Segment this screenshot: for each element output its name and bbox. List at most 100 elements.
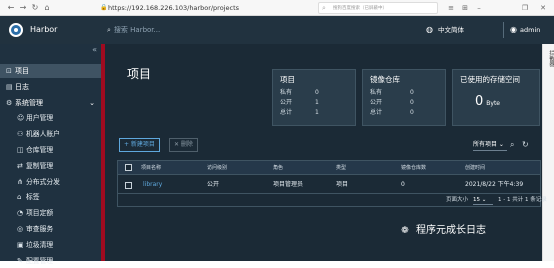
projects-total-row: 总计 1 [280,109,319,116]
globe-icon[interactable]: ◍ [426,24,433,36]
projects-summary-card: 项目 私有 0 公开 1 总计 1 [272,69,356,126]
col-name[interactable]: 项目名称 [141,165,161,172]
sidebar-item-label: 项目定额 [26,209,54,218]
global-search-placeholder: 搜索 Harbor... [113,26,161,34]
sidebar-item-10[interactable]: ◎ 审查服务 [0,222,101,236]
sidebar-item-6[interactable]: ⇄ 复制管理 [0,159,101,173]
sidebar-item-label: 机器人账户 [26,130,60,139]
cell-access: 公开 [207,181,220,188]
tag-icon: ⌂ [17,193,22,202]
page-title: 项目 [127,67,152,81]
home-icon[interactable]: ⌂ [42,3,52,13]
sidebar-item-0[interactable]: ⊡ 项目 [0,64,101,78]
projects-public-row: 公开 1 [280,99,319,106]
log-icon: ▤ [6,82,13,91]
storage-value: 0 Byte [475,94,500,109]
repos-total-row: 总计 0 [370,109,414,116]
browser-toolbar: ← → ↻ ⌂ 🔒 https://192.168.226.103/harbor… [0,0,554,16]
search-icon[interactable]: ⌕ [510,140,514,150]
brand-name[interactable]: Harbor [30,24,57,36]
back-icon[interactable]: ← [6,3,16,13]
header-divider [503,22,504,38]
close-icon[interactable]: ✕ [538,3,548,13]
right-side-tab-label: 拦截器 [548,50,554,67]
browser-search-box[interactable]: ⌕ 搜狗百度搜索（已屏蔽中） [318,2,438,14]
table-footer: 页面大小 15 ⌄ 1 - 1 共计 1 条记录 [118,193,547,206]
user-icon: ☺ [17,114,25,123]
page-size-label: 页面大小 [446,197,469,203]
cell-repo-count: 0 [401,181,405,188]
collapse-sidebar-icon[interactable]: « [92,45,97,55]
app-header: Harbor ⌕ 搜索 Harbor... ◍ 中文简体 ◉ admin [0,16,554,44]
col-type[interactable]: 类型 [336,165,346,172]
sidebar-item-label: 垃圾清理 [26,240,54,249]
replication-icon: ⇄ [17,161,23,170]
sidebar-item-7[interactable]: ⋔ 分布式分发 [0,175,101,189]
repos-private-row: 私有 0 [370,89,414,96]
sidebar-item-4[interactable]: ⚇ 机器人账户 [0,127,101,141]
global-search[interactable]: ⌕ 搜索 Harbor... [107,24,160,36]
col-access[interactable]: 访问级别 [207,165,227,172]
row-checkbox[interactable] [125,182,132,189]
sidebar-item-label: 分布式分发 [26,177,60,186]
new-project-button[interactable]: + 新建项目 [119,138,160,152]
sidebar-item-3[interactable]: ☺ 用户管理 [0,111,101,125]
projects-private-row: 私有 0 [280,89,319,96]
sidebar-item-1[interactable]: ▤ 日志 [0,80,101,94]
user-menu[interactable]: admin [520,24,540,36]
storage-summary-card: 已使用的存储空间 0 Byte [452,69,540,126]
robot-icon: ⚇ [17,130,24,139]
sidebar: « ⊡ 项目 ▤ 日志 ⚙ 系统管理 ⌄ ☺ 用户管理 ⚇ 机器人账户 ◫ 仓库管理 ⇄ 复制管理 ⋔ 分布式分… [0,44,101,265]
page-size-select[interactable]: 15 ⌄ [473,196,493,205]
watermark-text: 程序元成长日志 [416,225,486,236]
sidebar-item-2[interactable]: ⚙ 系统管理 ⌄ [0,96,101,110]
harbor-logo[interactable] [9,23,23,37]
repositories-summary-card: 镜像仓库 私有 0 公开 0 总计 0 [362,69,446,126]
project-filter-select[interactable]: 所有项目 ⌄ [473,140,507,151]
distribution-icon: ⋔ [17,177,23,186]
pagination-summary: 1 - 1 共计 1 条记录 [498,197,547,203]
wechat-icon: ❁ [401,226,409,236]
chevron-down-icon[interactable]: ⌄ [89,96,95,110]
admin-icon: ⚙ [6,98,13,107]
projects-table: 项目名称 访问级别 角色 类型 镜像仓库数 创建时间 library 公开 项目… [117,160,547,207]
registry-icon: ◫ [17,146,24,154]
sidebar-item-8[interactable]: ⌂ 标签 [0,190,101,204]
sidebar-item-5[interactable]: ◫ 仓库管理 [0,143,101,157]
restore-icon[interactable]: ❐ [520,3,530,13]
sidebar-item-9[interactable]: ◔ 项目定额 [0,206,101,220]
sidebar-item-label: 日志 [15,82,29,91]
sidebar-item-label: 标签 [26,193,40,202]
search-icon: ⌕ [322,4,326,12]
col-repo-count[interactable]: 镜像仓库数 [401,165,426,172]
language-selector[interactable]: 中文简体 [438,24,464,36]
repos-public-row: 公开 0 [370,99,414,106]
sidebar-item-label: 用户管理 [26,114,54,123]
menu-icon[interactable]: ≡ [446,3,456,13]
address-bar[interactable]: https://192.168.226.103/harbor/projects [108,3,239,13]
browser-search-placeholder: 搜狗百度搜索（已屏蔽中） [333,6,387,11]
col-created[interactable]: 创建时间 [465,165,485,172]
sidebar-item-11[interactable]: ▣ 垃圾清理 [0,238,101,252]
reload-icon[interactable]: ↻ [30,3,40,13]
right-side-tab[interactable]: 拦截器 [542,44,554,261]
cell-created: 2021/8/22 下午4:39 [465,181,524,188]
col-role[interactable]: 角色 [273,165,283,172]
repositories-card-title: 镜像仓库 [370,75,400,84]
project-icon: ⊡ [6,67,12,75]
select-all-checkbox[interactable] [125,164,132,171]
extension-icon[interactable]: ⊞ [460,3,470,13]
refresh-icon[interactable]: ↻ [522,140,529,150]
sidebar-item-label: 项目 [15,67,29,75]
search-icon: ⌕ [107,26,111,34]
scanner-icon: ◎ [17,225,24,233]
storage-card-title: 已使用的存储空间 [460,75,520,84]
minimize-icon[interactable]: – [474,3,484,13]
delete-button[interactable]: ✕ 删除 [169,138,198,152]
forward-icon[interactable]: → [18,3,28,13]
cell-type: 项目 [336,181,349,188]
sidebar-item-label: 仓库管理 [26,146,54,154]
table-header: 项目名称 访问级别 角色 类型 镜像仓库数 创建时间 [118,161,540,175]
user-icon[interactable]: ◉ [510,24,517,36]
project-name-link[interactable]: library [143,181,162,189]
